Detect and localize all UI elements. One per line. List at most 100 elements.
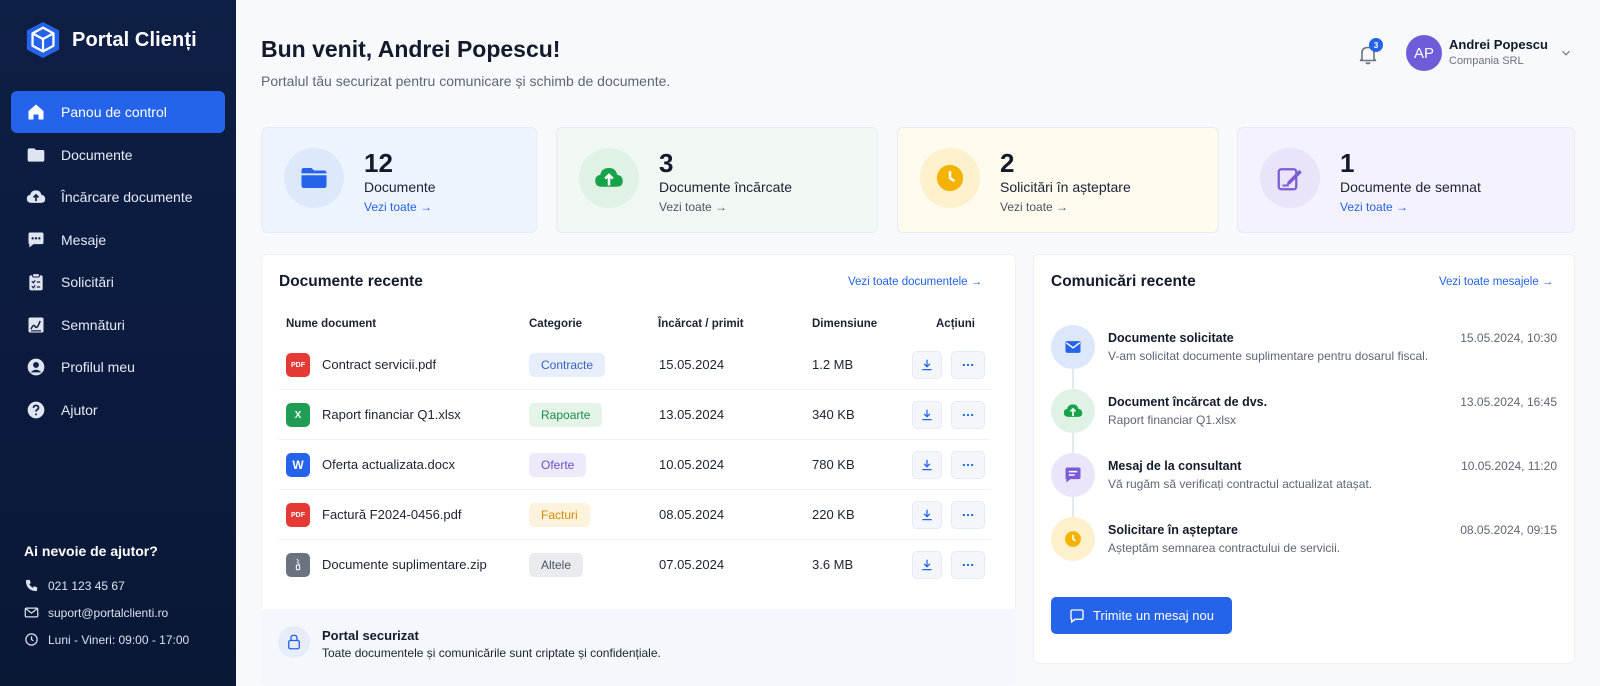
communication-item[interactable]: Mesaj de la consultant Vă rugăm să verif… [1051, 453, 1557, 513]
column-header[interactable]: Nume document [286, 318, 376, 330]
document-size: 3.6 MB [812, 557, 854, 572]
document-name[interactable]: Contract servicii.pdf [322, 357, 436, 372]
panel-title: Comunicări recente [1051, 273, 1196, 290]
column-header[interactable]: Dimensiune [812, 318, 877, 330]
communication-title: Documente solicitate [1108, 331, 1234, 345]
stat-card-uploaded[interactable]: 3 Documente încărcate Vezi toate → [556, 127, 878, 233]
sidebar-item-label: Documente [61, 146, 133, 163]
document-date: 10.05.2024 [659, 457, 725, 472]
sidebar-item-upload[interactable]: Încărcare documente [11, 176, 225, 218]
table-row[interactable]: PDF Contract servicii.pdf Contracte 15.0… [279, 340, 991, 390]
secure-text: Toate documentele și comunicările sunt c… [322, 646, 661, 660]
column-header[interactable]: Categorie [529, 318, 582, 330]
help-email[interactable]: suport@portalclienti.ro [24, 599, 224, 626]
sidebar-item-profile[interactable]: Profilul meu [11, 346, 225, 388]
help-email-text: suport@portalclienti.ro [48, 605, 169, 620]
download-icon [922, 509, 932, 521]
stat-value: 1 [1340, 148, 1355, 178]
secure-portal-banner: Portal securizat Toate documentele și co… [261, 609, 1016, 686]
table-row[interactable]: X Raport financiar Q1.xlsx Rapoarte 13.0… [279, 390, 991, 440]
document-size: 1.2 MB [812, 357, 854, 372]
sidebar-nav: Panou de control Documente Încărcare doc… [11, 91, 225, 431]
sidebar-item-documents[interactable]: Documente [11, 134, 225, 176]
sidebar-item-dashboard[interactable]: Panou de control [11, 91, 225, 133]
document-size: 780 KB [812, 457, 855, 472]
view-all-documents-link[interactable]: Vezi toate documentele → [848, 276, 982, 288]
chevron-down-icon[interactable] [1559, 46, 1573, 60]
communication-date: 10.05.2024, 11:20 [1461, 459, 1557, 473]
communication-date: 08.05.2024, 09:15 [1460, 523, 1557, 537]
download-button[interactable] [912, 501, 942, 529]
stat-link[interactable]: Vezi toate → [659, 200, 727, 214]
cloud-upload-icon [1051, 389, 1095, 433]
category-badge: Oferte [529, 453, 587, 477]
communication-date: 15.05.2024, 10:30 [1460, 331, 1557, 345]
stat-label: Documente încărcate [659, 179, 793, 195]
avatar[interactable]: AP [1406, 35, 1442, 71]
sidebar-item-signatures[interactable]: Semnături [11, 304, 225, 346]
communication-date: 13.05.2024, 16:45 [1460, 395, 1557, 409]
zip-file-icon [286, 553, 310, 577]
brand[interactable]: Portal Clienți [24, 20, 197, 60]
excel-file-icon: X [286, 403, 310, 427]
user-name[interactable]: Andrei Popescu [1449, 37, 1548, 52]
help-hours-text: Luni - Vineri: 09:00 - 17:00 [48, 632, 190, 647]
category-badge: Rapoarte [529, 403, 603, 427]
table-row[interactable]: W Oferta actualizata.docx Oferte 10.05.2… [279, 440, 991, 490]
sidebar-item-label: Încărcare documente [61, 189, 193, 205]
stat-card-pending[interactable]: 2 Solicitări în așteptare Vezi toate → [897, 127, 1219, 233]
stat-link[interactable]: Vezi toate → [1000, 200, 1068, 214]
communication-description: Vă rugăm să verificați contractul actual… [1108, 477, 1373, 491]
chat-icon [25, 229, 47, 251]
table-row[interactable]: Documente suplimentare.zip Altele 07.05.… [279, 540, 991, 590]
more-icon [962, 513, 974, 517]
sidebar-item-label: Profilul meu [61, 359, 135, 375]
category-badge: Altele [529, 553, 584, 577]
communication-item[interactable]: Solicitare în așteptare Așteptăm semnare… [1051, 517, 1557, 577]
mail-icon [1051, 325, 1095, 369]
pdf-file-icon: PDF [286, 503, 310, 527]
download-button[interactable] [912, 451, 942, 479]
clock-icon [920, 148, 980, 208]
help-phone[interactable]: 021 123 45 67 [24, 572, 224, 599]
cube-logo-icon [26, 21, 60, 59]
stat-label: Documente de semnat [1340, 179, 1481, 195]
sidebar-item-help[interactable]: Ajutor [11, 389, 225, 431]
communication-item[interactable]: Documente solicitate V-am solicitat docu… [1051, 325, 1557, 385]
help-icon [25, 399, 47, 421]
stat-link[interactable]: Vezi toate → [1340, 200, 1408, 214]
stat-label: Solicitări în așteptare [1000, 179, 1131, 195]
more-actions-button[interactable] [951, 401, 985, 429]
help-phone-text: 021 123 45 67 [48, 578, 125, 593]
lock-icon [278, 626, 310, 658]
sidebar-item-messages[interactable]: Mesaje [11, 219, 225, 261]
cloud-upload-icon [579, 148, 639, 208]
stat-card-to-sign[interactable]: 1 Documente de semnat Vezi toate → [1237, 127, 1575, 233]
download-button[interactable] [912, 401, 942, 429]
signature-icon [1260, 148, 1320, 208]
document-name[interactable]: Oferta actualizata.docx [322, 457, 455, 472]
notification-badge: 3 [1369, 38, 1383, 52]
document-date: 15.05.2024 [659, 357, 725, 372]
column-header[interactable]: Încărcat / primit [658, 318, 744, 330]
help-title: Ai nevoie de ajutor? [24, 543, 158, 559]
stat-card-documents[interactable]: 12 Documente Vezi toate → [261, 127, 537, 233]
communication-item[interactable]: Document încărcat de dvs. Raport financi… [1051, 389, 1557, 449]
more-actions-button[interactable] [951, 551, 985, 579]
more-actions-button[interactable] [951, 451, 985, 479]
view-all-messages-link[interactable]: Vezi toate mesajele → [1439, 276, 1553, 288]
pdf-file-icon: PDF [286, 353, 310, 377]
recent-communications-panel: Comunicări recente Vezi toate mesajele →… [1033, 254, 1575, 664]
table-row[interactable]: PDF Factură F2024-0456.pdf Facturi 08.05… [279, 490, 991, 540]
send-new-message-button[interactable]: Trimite un mesaj nou [1051, 597, 1232, 634]
download-button[interactable] [912, 551, 942, 579]
document-name[interactable]: Raport financiar Q1.xlsx [322, 407, 461, 422]
download-button[interactable] [912, 351, 942, 379]
more-actions-button[interactable] [951, 351, 985, 379]
more-actions-button[interactable] [951, 501, 985, 529]
stat-link[interactable]: Vezi toate → [364, 200, 432, 214]
sidebar-item-requests[interactable]: Solicitări [11, 261, 225, 303]
document-name[interactable]: Factură F2024-0456.pdf [322, 507, 461, 522]
document-name[interactable]: Documente suplimentare.zip [322, 557, 487, 572]
cloud-upload-icon [25, 186, 47, 208]
